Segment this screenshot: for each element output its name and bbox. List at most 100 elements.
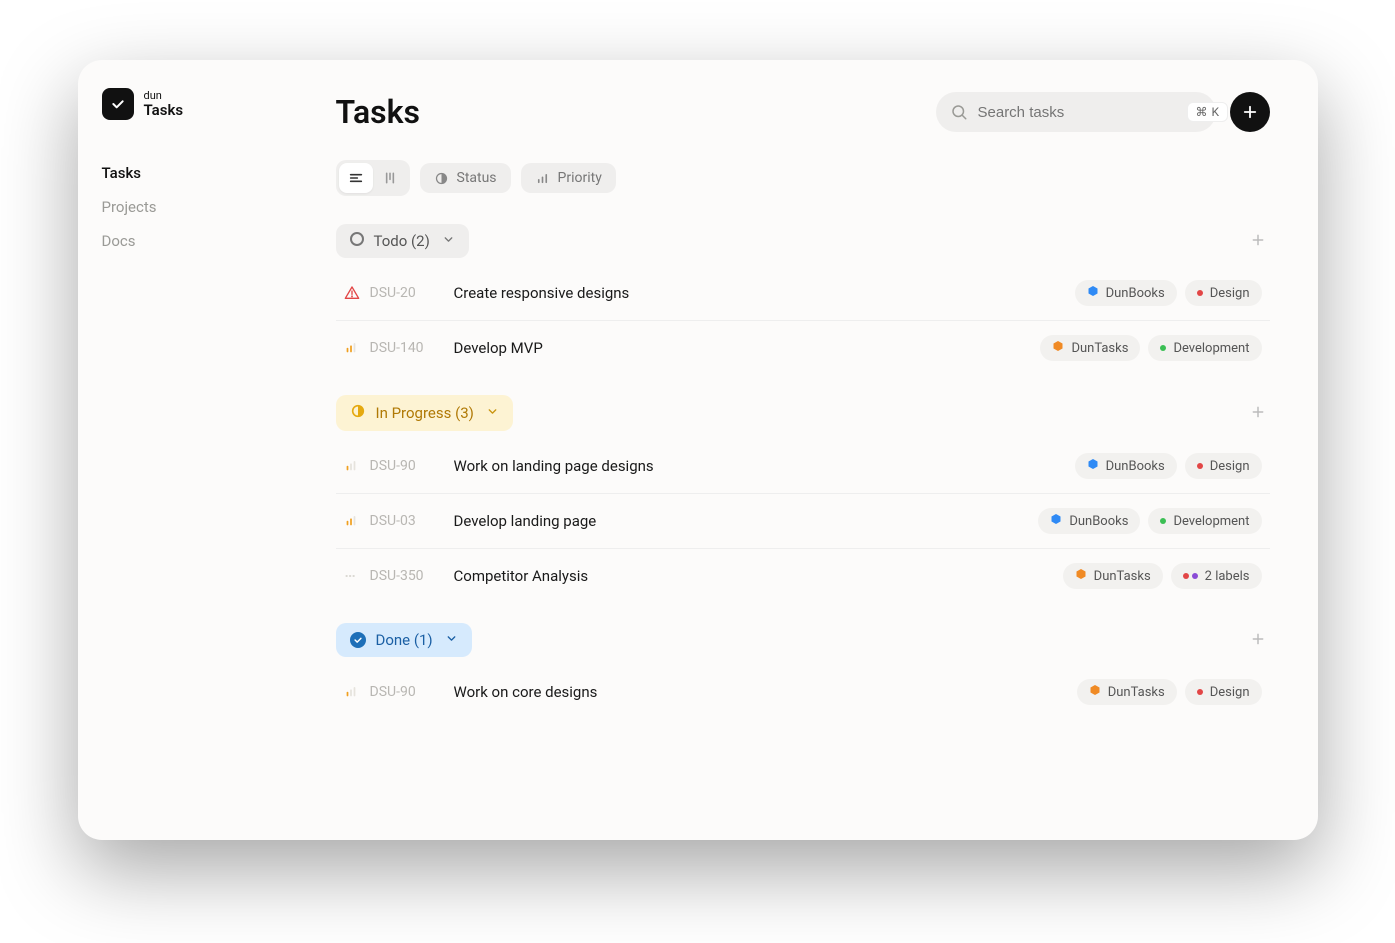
- task-groups: Todo (2) DSU-20 Create responsive design…: [336, 224, 1270, 719]
- nav: Tasks Projects Docs: [102, 160, 264, 254]
- project-tag[interactable]: DunBooks: [1075, 280, 1177, 306]
- brand-small: dun: [144, 90, 184, 102]
- group-todo: Todo (2) DSU-20 Create responsive design…: [336, 224, 1270, 375]
- task-id: DSU-03: [370, 513, 454, 529]
- project-tag[interactable]: DunTasks: [1063, 563, 1163, 589]
- plus-icon: [1241, 103, 1259, 121]
- label-dot-icon: [1160, 518, 1166, 524]
- label-tag[interactable]: Development: [1148, 508, 1261, 534]
- label-dot-icon: [1197, 689, 1203, 695]
- group-toggle-inprogress[interactable]: In Progress (3): [336, 395, 513, 431]
- task-title: Develop landing page: [454, 512, 1039, 530]
- task-row[interactable]: DSU-140 Develop MVP DunTasks Development: [336, 321, 1270, 375]
- label-dot-icon: [1197, 290, 1203, 296]
- project-hex-icon: [1087, 458, 1099, 474]
- add-task-button[interactable]: [1230, 92, 1270, 132]
- group-by-status[interactable]: Status: [420, 163, 511, 193]
- task-id: DSU-140: [370, 340, 454, 356]
- group-by-priority[interactable]: Priority: [521, 163, 616, 193]
- app-window: dun Tasks Tasks Projects Docs Tasks ⌘ K: [78, 60, 1318, 840]
- label-text: Development: [1173, 341, 1249, 356]
- label-text: Design: [1210, 459, 1250, 474]
- task-row[interactable]: DSU-350 Competitor Analysis DunTasks 2 l…: [336, 549, 1270, 603]
- project-tag[interactable]: DunTasks: [1040, 335, 1140, 361]
- content: Tasks ⌘ K: [288, 60, 1318, 840]
- status-icon: [350, 632, 366, 648]
- task-row[interactable]: DSU-03 Develop landing page DunBooks Dev…: [336, 494, 1270, 549]
- add-task-in-todo[interactable]: [1246, 225, 1270, 257]
- multi-label-icon: [1183, 573, 1198, 579]
- priority-icon: [344, 341, 370, 355]
- project-label: DunTasks: [1071, 341, 1128, 356]
- add-task-in-done[interactable]: [1246, 624, 1270, 656]
- chevron-down-icon: [484, 404, 499, 422]
- half-circle-icon: [434, 171, 449, 186]
- task-id: DSU-350: [370, 568, 454, 584]
- task-title: Competitor Analysis: [454, 567, 1063, 585]
- project-tag[interactable]: DunTasks: [1077, 679, 1177, 705]
- label-text: Development: [1173, 514, 1249, 529]
- logo-icon: [102, 88, 134, 120]
- status-chip-label: Status: [457, 170, 497, 186]
- task-id: DSU-20: [370, 285, 454, 301]
- priority-icon: [344, 514, 370, 528]
- chevron-down-icon: [440, 232, 455, 250]
- page-title: Tasks: [336, 93, 420, 131]
- group-inprogress: In Progress (3) DSU-90 Work on landing p…: [336, 395, 1270, 603]
- task-title: Create responsive designs: [454, 284, 1075, 302]
- priority-icon: [344, 569, 370, 583]
- task-title: Work on core designs: [454, 683, 1077, 701]
- brand: dun Tasks: [102, 88, 264, 120]
- label-tag[interactable]: Design: [1185, 280, 1262, 306]
- list-view-button[interactable]: [339, 163, 373, 193]
- task-title: Work on landing page designs: [454, 457, 1075, 475]
- project-hex-icon: [1089, 684, 1101, 700]
- label-dot-icon: [1197, 463, 1203, 469]
- project-label: DunBooks: [1069, 514, 1128, 529]
- plus-icon: [1250, 232, 1266, 248]
- priority-chip-label: Priority: [558, 170, 602, 186]
- project-label: DunBooks: [1106, 286, 1165, 301]
- list-icon: [348, 170, 364, 186]
- search-shortcut: ⌘ K: [1187, 102, 1229, 122]
- board-view-button[interactable]: [373, 163, 407, 193]
- status-icon: [350, 232, 364, 250]
- label-text: Design: [1210, 685, 1250, 700]
- task-row[interactable]: DSU-20 Create responsive designs DunBook…: [336, 266, 1270, 321]
- search-input[interactable]: [968, 104, 1187, 121]
- search-icon: [950, 103, 968, 121]
- project-hex-icon: [1075, 568, 1087, 584]
- project-label: DunTasks: [1108, 685, 1165, 700]
- sidebar: dun Tasks Tasks Projects Docs: [78, 60, 288, 840]
- task-row[interactable]: DSU-90 Work on landing page designs DunB…: [336, 439, 1270, 494]
- sidebar-item-tasks[interactable]: Tasks: [102, 160, 264, 186]
- board-icon: [382, 170, 398, 186]
- task-id: DSU-90: [370, 684, 454, 700]
- group-toggle-todo[interactable]: Todo (2): [336, 224, 469, 258]
- group-toggle-done[interactable]: Done (1): [336, 623, 472, 657]
- search-box[interactable]: ⌘ K: [936, 92, 1216, 132]
- project-tag[interactable]: DunBooks: [1038, 508, 1140, 534]
- label-tag[interactable]: Development: [1148, 335, 1261, 361]
- brand-big: Tasks: [144, 102, 184, 119]
- sidebar-item-projects[interactable]: Projects: [102, 194, 264, 220]
- sidebar-item-docs[interactable]: Docs: [102, 228, 264, 254]
- project-tag[interactable]: DunBooks: [1075, 453, 1177, 479]
- task-row[interactable]: DSU-90 Work on core designs DunTasks Des…: [336, 665, 1270, 719]
- label-dot-icon: [1160, 345, 1166, 351]
- project-hex-icon: [1050, 513, 1062, 529]
- label-tag[interactable]: Design: [1185, 679, 1262, 705]
- label-text: Design: [1210, 286, 1250, 301]
- group-label: Done (1): [376, 631, 433, 649]
- view-toggle: [336, 160, 410, 196]
- label-tag[interactable]: Design: [1185, 453, 1262, 479]
- add-task-in-inprogress[interactable]: [1246, 397, 1270, 429]
- plus-icon: [1250, 404, 1266, 420]
- group-label: Todo (2): [374, 232, 430, 250]
- project-label: DunTasks: [1094, 569, 1151, 584]
- task-id: DSU-90: [370, 458, 454, 474]
- group-label: In Progress (3): [376, 404, 474, 422]
- label-tag[interactable]: 2 labels: [1171, 563, 1262, 589]
- label-text: 2 labels: [1205, 569, 1250, 584]
- project-hex-icon: [1087, 285, 1099, 301]
